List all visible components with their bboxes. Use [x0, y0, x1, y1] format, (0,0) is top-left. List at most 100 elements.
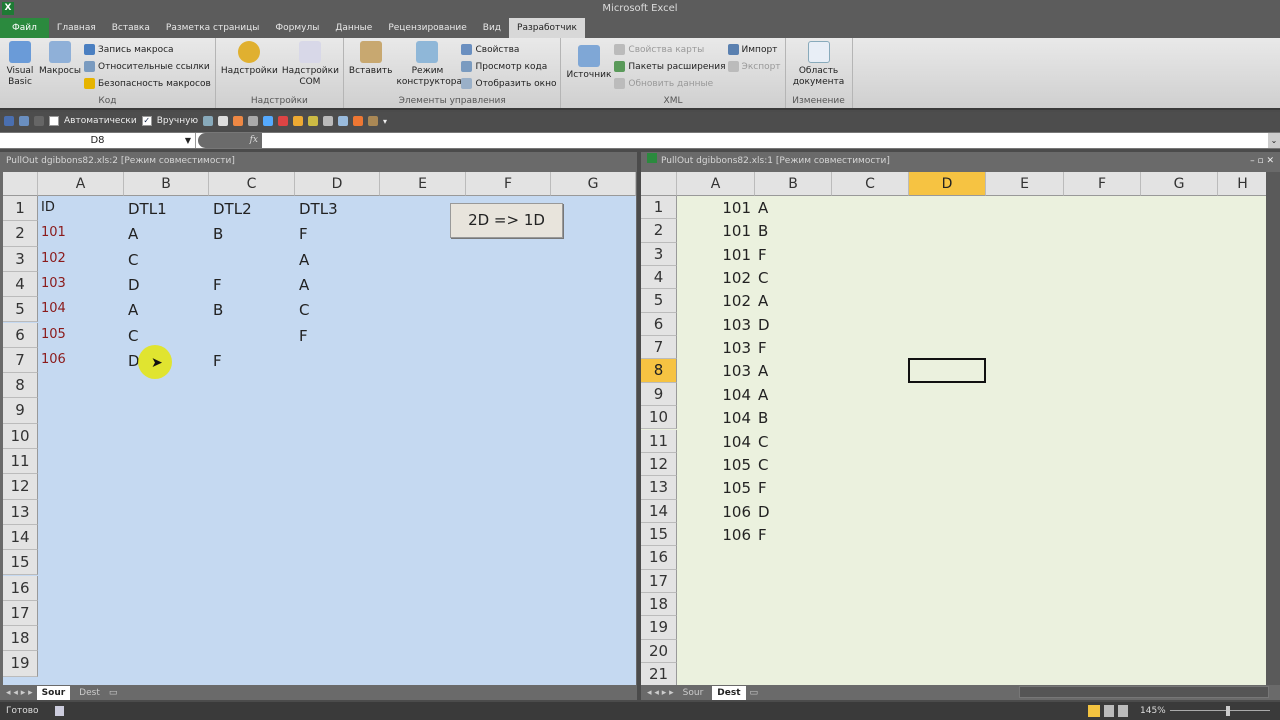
- row-header-19[interactable]: 19: [3, 651, 38, 677]
- tab-file[interactable]: Файл: [0, 18, 49, 38]
- cell[interactable]: 106: [677, 526, 751, 544]
- row-header-3[interactable]: 3: [641, 242, 677, 267]
- tab-view[interactable]: Вид: [475, 18, 509, 38]
- cell[interactable]: A: [758, 362, 768, 380]
- column-header-G[interactable]: G: [551, 172, 636, 196]
- cell[interactable]: DTL3: [299, 200, 338, 218]
- column-header-A[interactable]: A: [38, 172, 124, 196]
- cell[interactable]: 106: [41, 352, 66, 367]
- refresh-data-button[interactable]: Обновить данные: [614, 75, 725, 92]
- cell[interactable]: D: [758, 503, 770, 521]
- expansion-packs-button[interactable]: Пакеты расширения: [614, 58, 726, 75]
- macro-record-icon[interactable]: [55, 705, 65, 716]
- tab-developer[interactable]: Разработчик: [509, 18, 585, 38]
- row-header-8[interactable]: 8: [3, 373, 38, 399]
- cell[interactable]: 106: [677, 503, 751, 521]
- toolbar-icon[interactable]: [308, 116, 319, 126]
- properties-button[interactable]: Свойства: [461, 41, 556, 58]
- record-macro-button[interactable]: Запись макроса: [84, 41, 211, 58]
- toolbar-icon[interactable]: [368, 116, 379, 126]
- column-header-H[interactable]: H: [1218, 172, 1266, 196]
- cell[interactable]: 104: [677, 386, 751, 404]
- tab-page-layout[interactable]: Разметка страницы: [158, 18, 268, 38]
- cell[interactable]: F: [758, 339, 767, 357]
- cell[interactable]: D: [128, 276, 140, 294]
- toolbar-icon[interactable]: [233, 116, 244, 126]
- com-addins-button[interactable]: Надстройки COM: [282, 41, 339, 88]
- row-header-16[interactable]: 16: [3, 575, 38, 601]
- zoom-slider[interactable]: [1170, 710, 1270, 711]
- cell[interactable]: 102: [677, 269, 751, 287]
- normal-view-icon[interactable]: [1088, 705, 1100, 717]
- tab-formulas[interactable]: Формулы: [267, 18, 327, 38]
- cell[interactable]: C: [128, 251, 138, 269]
- chevron-down-icon[interactable]: ▼: [185, 133, 191, 148]
- column-header-G[interactable]: G: [1141, 172, 1218, 196]
- row-header-4[interactable]: 4: [641, 266, 677, 290]
- column-header-D[interactable]: D: [909, 172, 986, 196]
- row-header-14[interactable]: 14: [3, 524, 38, 551]
- row-header-15[interactable]: 15: [641, 522, 677, 547]
- cell[interactable]: C: [299, 301, 309, 319]
- run-dialog-button[interactable]: Отобразить окно: [461, 75, 556, 92]
- row-header-6[interactable]: 6: [3, 322, 38, 348]
- cell[interactable]: 103: [677, 316, 751, 334]
- row-header-17[interactable]: 17: [641, 569, 677, 593]
- cell[interactable]: A: [299, 251, 309, 269]
- map-properties-button[interactable]: Свойства карты: [614, 41, 725, 58]
- column-header-E[interactable]: E: [380, 172, 466, 196]
- insert-function-button[interactable]: fx: [198, 133, 262, 148]
- formula-input[interactable]: [264, 133, 1268, 148]
- row-header-12[interactable]: 12: [641, 452, 677, 477]
- cell[interactable]: 102: [677, 292, 751, 310]
- row-header-9[interactable]: 9: [3, 398, 38, 424]
- cell[interactable]: 103: [677, 362, 751, 380]
- row-header-18[interactable]: 18: [641, 592, 677, 617]
- toolbar-icon[interactable]: [218, 116, 229, 126]
- column-header-A[interactable]: A: [677, 172, 755, 196]
- sheet-tab-sour[interactable]: Sour: [36, 686, 71, 700]
- row-header-5[interactable]: 5: [3, 297, 38, 323]
- expand-formula-icon[interactable]: ⌄: [1268, 133, 1280, 148]
- column-header-B[interactable]: B: [755, 172, 832, 196]
- row-header-12[interactable]: 12: [3, 474, 38, 500]
- cell[interactable]: 103: [41, 276, 66, 291]
- row-header-2[interactable]: 2: [3, 221, 38, 247]
- cell[interactable]: ID: [41, 200, 55, 215]
- customize-dropdown-icon[interactable]: ▾: [383, 117, 387, 126]
- page-break-view-icon[interactable]: [1118, 705, 1128, 717]
- row-header-6[interactable]: 6: [641, 312, 677, 337]
- cell[interactable]: F: [299, 225, 308, 243]
- toolbar-icon[interactable]: [323, 116, 334, 126]
- cell[interactable]: A: [128, 301, 138, 319]
- row-header-7[interactable]: 7: [3, 347, 38, 374]
- left-sheet-grid[interactable]: A B C D E F G 1 2 3 4 5 6 7 8 9 10 11 12 13 14 15 16 17 18 19 ID DT…: [3, 172, 636, 685]
- zoom-slider-thumb[interactable]: [1226, 706, 1230, 716]
- cell[interactable]: F: [758, 479, 767, 497]
- export-button[interactable]: Экспорт: [727, 58, 781, 75]
- column-header-C[interactable]: C: [832, 172, 909, 196]
- right-sheet-grid[interactable]: A B C D E F G H 1 2 3 4 5 6 7 8 9 10 11 12 13 14 15 16 17 18 19 20 2…: [641, 172, 1266, 685]
- addins-button[interactable]: Надстройки: [221, 41, 278, 77]
- row-header-4[interactable]: 4: [3, 271, 38, 298]
- insert-control-button[interactable]: Вставить: [349, 41, 392, 77]
- row-header-20[interactable]: 20: [641, 639, 677, 663]
- cell[interactable]: 105: [677, 456, 751, 474]
- cell[interactable]: D: [758, 316, 770, 334]
- cell[interactable]: 101: [677, 246, 751, 264]
- select-all-corner[interactable]: [3, 172, 38, 196]
- macros-button[interactable]: Макросы: [39, 41, 81, 77]
- toolbar-icon[interactable]: [293, 116, 304, 126]
- row-header-10[interactable]: 10: [3, 423, 38, 449]
- window-controls-icon[interactable]: – ▫ ✕: [1250, 152, 1274, 171]
- cell[interactable]: 101: [677, 222, 751, 240]
- cell[interactable]: F: [299, 327, 308, 345]
- cell[interactable]: 101: [41, 225, 66, 240]
- cell[interactable]: A: [758, 386, 768, 404]
- tab-data[interactable]: Данные: [327, 18, 380, 38]
- row-header-17[interactable]: 17: [3, 600, 38, 627]
- new-sheet-icon[interactable]: ▭: [109, 688, 118, 698]
- cell[interactable]: A: [758, 292, 768, 310]
- cell[interactable]: F: [758, 526, 767, 544]
- active-cell-selection[interactable]: [908, 358, 986, 383]
